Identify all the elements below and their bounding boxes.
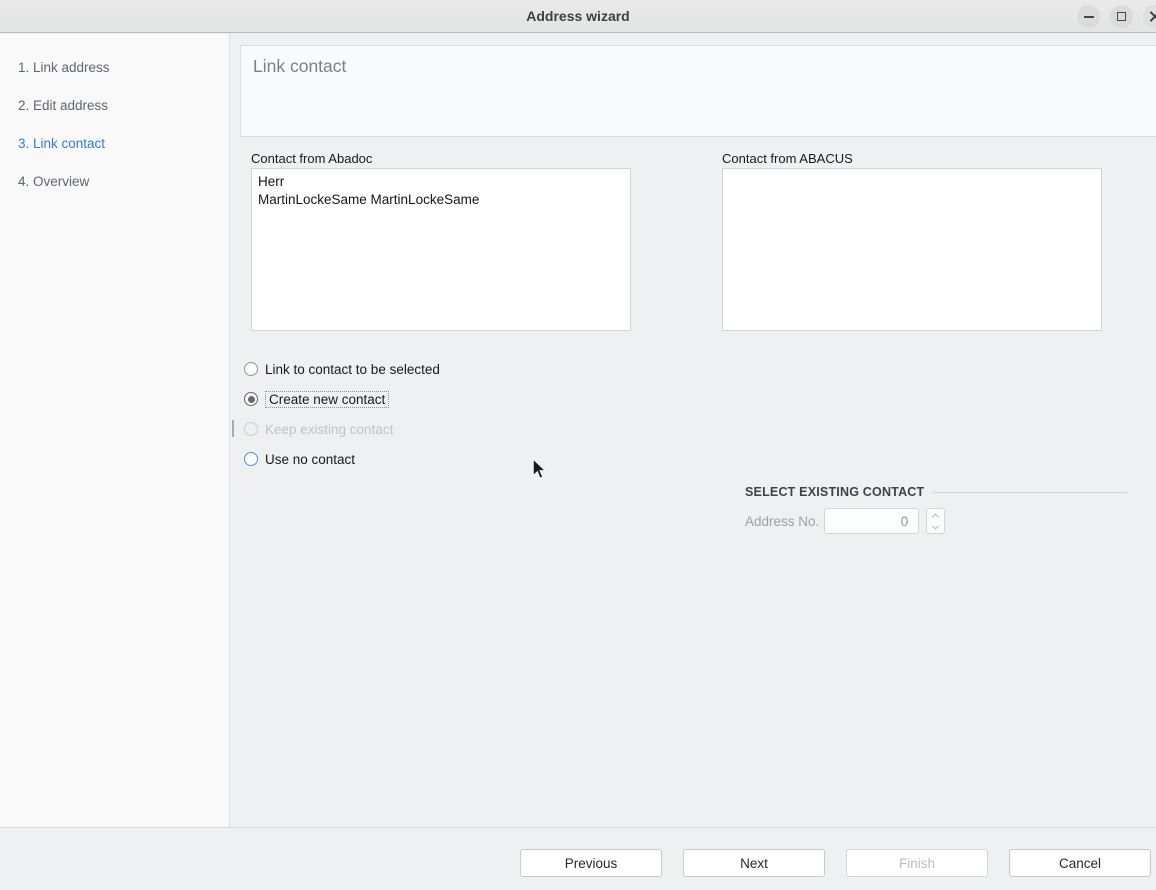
radio-label: Use no contact xyxy=(265,452,355,467)
next-button[interactable]: Next xyxy=(683,849,825,877)
wizard-footer: Previous Next Finish Cancel xyxy=(0,827,1156,890)
radio-label: Create new contact xyxy=(265,391,389,408)
page-title: Link contact xyxy=(241,46,1156,77)
minimize-icon xyxy=(1084,16,1094,18)
cancel-button[interactable]: Cancel xyxy=(1009,849,1151,877)
chevron-up-icon xyxy=(932,513,939,520)
source-contact-listbox[interactable]: Herr MartinLockeSame MartinLockeSame xyxy=(251,168,631,331)
section-heading: SELECT EXISTING CONTACT xyxy=(745,485,924,499)
sidebar-item-overview[interactable]: 4. Overview xyxy=(18,174,89,189)
wizard-steps-sidebar: 1. Link address 2. Edit address 3. Link … xyxy=(0,34,230,827)
radio-label: Keep existing contact xyxy=(265,422,393,437)
address-no-label: Address No. xyxy=(745,514,819,529)
radio-circle-icon[interactable] xyxy=(244,392,258,406)
maximize-icon xyxy=(1117,12,1126,21)
minimize-button[interactable] xyxy=(1077,5,1100,28)
sidebar-item-edit-address[interactable]: 2. Edit address xyxy=(18,98,108,113)
target-contact-label: Contact from ABACUS xyxy=(722,151,853,166)
radio-circle-icon xyxy=(244,422,258,436)
finish-button: Finish xyxy=(846,849,988,877)
radio-label: Link to contact to be selected xyxy=(265,362,440,377)
source-contact-label: Contact from Abadoc xyxy=(251,151,372,166)
text-caret xyxy=(232,420,234,437)
sidebar-item-link-contact[interactable]: 3. Link contact xyxy=(18,136,105,151)
address-no-row: Address No. xyxy=(745,508,945,534)
target-contact-listbox[interactable] xyxy=(722,168,1102,331)
radio-circle-icon[interactable] xyxy=(244,452,258,466)
window-title: Address wizard xyxy=(0,0,1156,32)
spinner-down-button xyxy=(927,521,944,533)
previous-button[interactable]: Previous xyxy=(520,849,662,877)
radio-option-link-to-contact[interactable]: Link to contact to be selected xyxy=(244,359,440,379)
address-no-spinner xyxy=(926,508,945,534)
contact-salutation: Herr xyxy=(258,173,624,191)
radio-option-create-new-contact[interactable]: Create new contact xyxy=(244,389,389,409)
titlebar[interactable]: Address wizard xyxy=(0,0,1156,33)
contact-name: MartinLockeSame MartinLockeSame xyxy=(258,191,624,209)
address-no-input xyxy=(824,508,919,534)
spinner-up-button xyxy=(927,509,944,521)
radio-option-use-no-contact[interactable]: Use no contact xyxy=(244,449,355,469)
chevron-down-icon xyxy=(932,522,939,529)
select-existing-contact-section: SELECT EXISTING CONTACT xyxy=(745,485,1127,499)
section-divider xyxy=(933,492,1127,493)
maximize-button[interactable] xyxy=(1110,5,1133,28)
radio-option-keep-existing-contact: Keep existing contact xyxy=(244,419,393,439)
main-content: Link contact Contact from Abadoc Herr Ma… xyxy=(230,34,1156,827)
radio-circle-icon[interactable] xyxy=(244,362,258,376)
sidebar-item-link-address[interactable]: 1. Link address xyxy=(18,60,110,75)
close-icon xyxy=(1149,11,1156,22)
page-header-panel: Link contact xyxy=(240,45,1156,137)
